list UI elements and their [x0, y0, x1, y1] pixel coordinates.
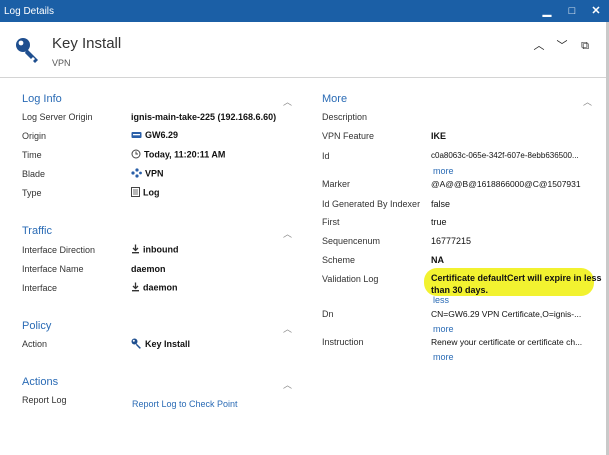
- section-policy[interactable]: Policy: [22, 320, 51, 332]
- collapse-actions-icon[interactable]: ︿: [283, 378, 292, 391]
- value-origin: GW6.29: [131, 130, 178, 141]
- inbound-arrow-icon: [131, 282, 140, 294]
- label-id: Id: [322, 151, 330, 161]
- next-log-button[interactable]: ﹀: [554, 38, 570, 54]
- label-log-server-origin: Log Server Origin: [22, 112, 93, 122]
- value-log-server-origin: ignis-main-take-225 (192.168.6.60): [131, 112, 277, 122]
- label-id-generated-by-indexer: Id Generated By Indexer: [322, 199, 421, 209]
- gateway-icon: [131, 130, 142, 141]
- label-interface-name: Interface Name: [22, 264, 84, 274]
- collapse-traffic-icon[interactable]: ︿: [283, 227, 292, 240]
- label-description: Description: [322, 112, 368, 122]
- details-content: Log Info ︿ Log Server Origin ignis-main-…: [0, 79, 606, 455]
- minimize-button[interactable]: ▁: [538, 2, 556, 20]
- copy-icon[interactable]: ⧉: [577, 38, 593, 54]
- label-report-log: Report Log: [22, 395, 67, 405]
- label-marker: Marker: [322, 179, 351, 189]
- log-subtitle: VPN: [52, 58, 71, 68]
- collapse-log-info-icon[interactable]: ︿: [283, 95, 292, 108]
- id-more-link[interactable]: more: [433, 166, 454, 176]
- value-interface-name: daemon: [131, 264, 166, 274]
- value-validation-log-line2: than 30 days.: [431, 285, 489, 295]
- section-traffic[interactable]: Traffic: [22, 225, 52, 237]
- validation-log-less-link[interactable]: less: [433, 295, 449, 305]
- inbound-arrow-icon: [131, 244, 140, 256]
- label-validation-log: Validation Log: [322, 274, 379, 284]
- value-scheme: NA: [431, 255, 444, 265]
- label-scheme: Scheme: [322, 255, 356, 265]
- label-first: First: [322, 217, 340, 227]
- section-actions[interactable]: Actions: [22, 376, 58, 388]
- value-id-generated-by-indexer: false: [431, 199, 451, 209]
- label-type: Type: [22, 188, 42, 198]
- vpn-blade-icon: [131, 168, 142, 180]
- key-icon: [131, 338, 142, 351]
- value-id: c0a8063c-065e-342f-607e-8ebb636500...: [431, 151, 579, 160]
- previous-log-button[interactable]: ︿: [531, 38, 547, 54]
- value-sequencenum: 16777215: [431, 236, 472, 246]
- dn-more-link[interactable]: more: [433, 324, 454, 334]
- value-type: Log: [131, 187, 160, 199]
- value-time: Today, 11:20:11 AM: [131, 149, 225, 161]
- label-time: Time: [22, 150, 42, 160]
- section-more[interactable]: More: [322, 93, 347, 105]
- collapse-more-icon[interactable]: ︿: [583, 95, 592, 108]
- value-action: Key Install: [131, 338, 190, 351]
- value-marker: @A@@B@1618866000@C@1507931: [431, 179, 581, 189]
- report-log-link[interactable]: Report Log to Check Point: [132, 399, 238, 409]
- label-action: Action: [22, 339, 48, 349]
- value-instruction: Renew your certificate or certificate ch…: [431, 337, 583, 347]
- clock-icon: [131, 149, 141, 161]
- section-log-info[interactable]: Log Info: [22, 93, 62, 105]
- window-titlebar: Log Details ▁ □ ✕: [0, 0, 609, 22]
- label-vpn-feature: VPN Feature: [322, 131, 375, 141]
- log-type-icon: [131, 187, 140, 199]
- label-interface: Interface: [22, 283, 58, 293]
- instruction-more-link[interactable]: more: [433, 352, 454, 362]
- label-dn: Dn: [322, 309, 334, 319]
- window-title: Log Details: [4, 6, 55, 17]
- log-header: Key Install VPN ︿ ﹀ ⧉: [0, 22, 606, 78]
- label-blade: Blade: [22, 169, 46, 179]
- value-interface-direction: inbound: [131, 244, 179, 256]
- maximize-button[interactable]: □: [563, 2, 581, 20]
- value-vpn-feature: IKE: [431, 131, 447, 141]
- value-validation-log-line1: Certificate defaultCert will expire in l…: [431, 273, 602, 283]
- label-interface-direction: Interface Direction: [22, 245, 96, 255]
- value-first: true: [431, 217, 447, 227]
- key-icon: [14, 36, 42, 66]
- value-blade: VPN: [131, 168, 164, 180]
- value-dn: CN=GW6.29 VPN Certificate,O=ignis-...: [431, 309, 582, 319]
- collapse-policy-icon[interactable]: ︿: [283, 322, 292, 335]
- close-button[interactable]: ✕: [587, 2, 605, 20]
- value-interface: daemon: [131, 282, 178, 294]
- label-instruction: Instruction: [322, 337, 364, 347]
- label-sequencenum: Sequencenum: [322, 236, 381, 246]
- log-title: Key Install: [52, 35, 122, 52]
- label-origin: Origin: [22, 131, 47, 141]
